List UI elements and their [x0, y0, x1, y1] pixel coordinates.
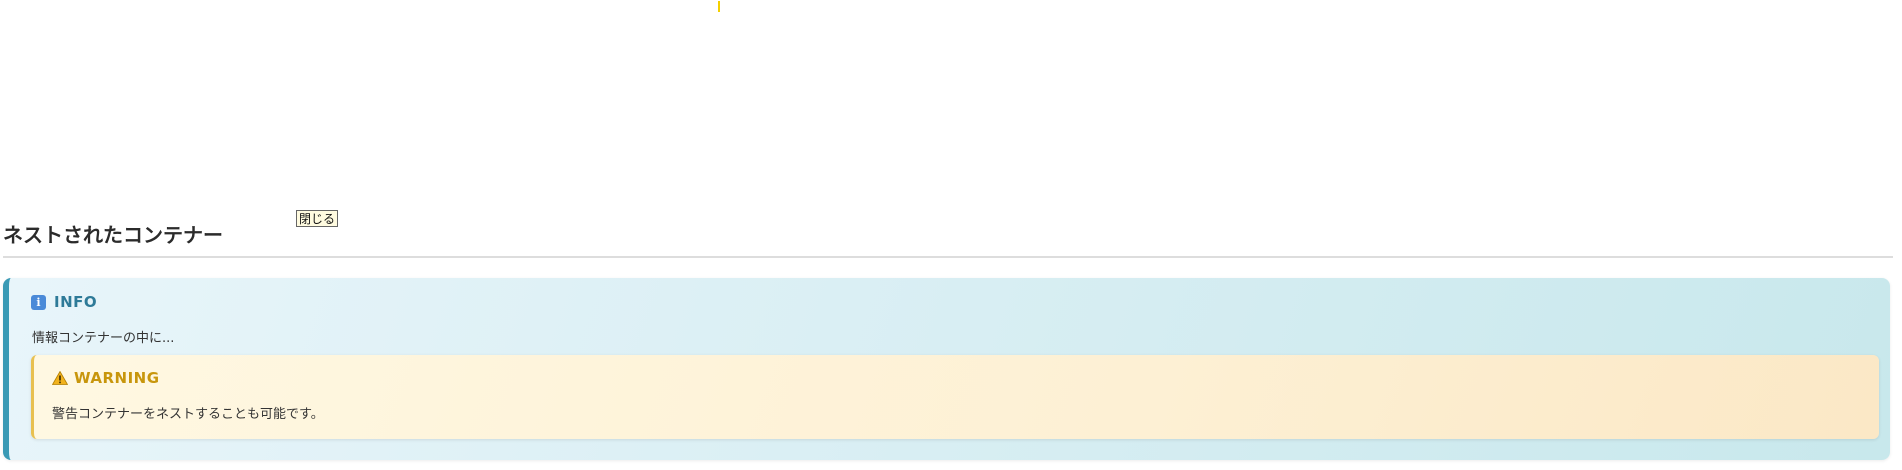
- warning-triangle-icon: [52, 371, 68, 385]
- info-container: i INFO 情報コンテナーの中に... WARNING 警告コンテナーをネスト…: [3, 278, 1890, 460]
- warning-label: WARNING: [74, 369, 160, 387]
- warning-container: WARNING 警告コンテナーをネストすることも可能です。: [31, 355, 1879, 439]
- info-icon: i: [31, 294, 46, 310]
- close-button[interactable]: 閉じる: [296, 210, 339, 227]
- text-cursor-marker: [718, 1, 720, 12]
- warning-header: WARNING: [52, 369, 160, 387]
- info-header: i INFO: [31, 293, 97, 311]
- section-title: ネストされたコンテナー: [3, 223, 223, 247]
- title-divider: [3, 256, 1893, 258]
- info-label: INFO: [54, 293, 98, 311]
- info-text: 情報コンテナーの中に...: [32, 331, 175, 346]
- warning-text: 警告コンテナーをネストすることも可能です。: [52, 407, 324, 422]
- page: 閉じる ネストされたコンテナー i INFO 情報コンテナーの中に... WAR…: [0, 0, 1902, 470]
